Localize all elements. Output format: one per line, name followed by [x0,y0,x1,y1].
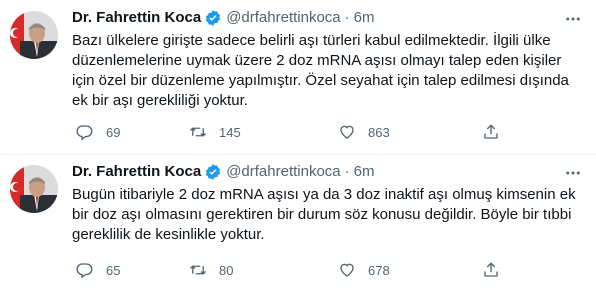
tweet-actions: 65 80 678 [72,260,502,280]
tweet[interactable]: Dr. Fahrettin Koca @drfahrettinkoca · 6m… [0,0,596,154]
retweet-count: 145 [219,124,241,140]
tweet-header: Dr. Fahrettin Koca @drfahrettinkoca · 6m [72,8,375,28]
tweet-text: Bazı ülkelere girişte sadece belirli aşı… [72,32,569,109]
retweet-icon [190,265,206,275]
author-name[interactable]: Dr. Fahrettin Koca [72,8,201,28]
retweet-button[interactable]: 80 [189,260,233,280]
tweet-actions: 69 145 863 [72,122,502,142]
retweet-count: 80 [219,262,234,278]
author-handle[interactable]: @drfahrettinkoca [226,162,340,182]
reply-count: 65 [106,262,121,278]
share-button[interactable] [482,260,500,280]
verified-badge-icon [204,163,222,181]
avatar[interactable] [10,165,58,213]
author-handle[interactable]: @drfahrettinkoca [226,8,340,28]
verified-badge-icon [204,9,222,27]
separator-dot: · [344,9,350,26]
tweet-text: Bugün itibariyle 2 doz mRNA aşısı ya da … [72,186,576,243]
avatar[interactable] [10,11,58,59]
reply-icon [76,125,93,141]
more-options-icon[interactable] [564,10,582,28]
reply-button[interactable]: 69 [76,122,120,142]
author-name[interactable]: Dr. Fahrettin Koca [72,162,201,182]
share-button[interactable] [482,122,500,142]
tweet-header: Dr. Fahrettin Koca @drfahrettinkoca · 6m [72,162,375,182]
like-button[interactable]: 863 [338,122,390,142]
share-icon [484,124,498,139]
more-options-icon[interactable] [564,164,582,182]
reply-icon [76,263,93,279]
timestamp[interactable]: 6m [354,162,375,182]
reply-button[interactable]: 65 [76,260,120,280]
tweet[interactable]: Dr. Fahrettin Koca @drfahrettinkoca · 6m… [0,154,596,292]
share-icon [484,262,498,277]
separator-dot: · [344,163,350,180]
retweet-icon [190,127,206,137]
timestamp[interactable]: 6m [354,8,375,28]
like-count: 678 [368,262,390,278]
like-count: 863 [368,124,390,140]
reply-count: 69 [106,124,121,140]
heart-icon [340,125,354,139]
like-button[interactable]: 678 [338,260,390,280]
heart-icon [340,263,354,277]
retweet-button[interactable]: 145 [189,122,241,142]
